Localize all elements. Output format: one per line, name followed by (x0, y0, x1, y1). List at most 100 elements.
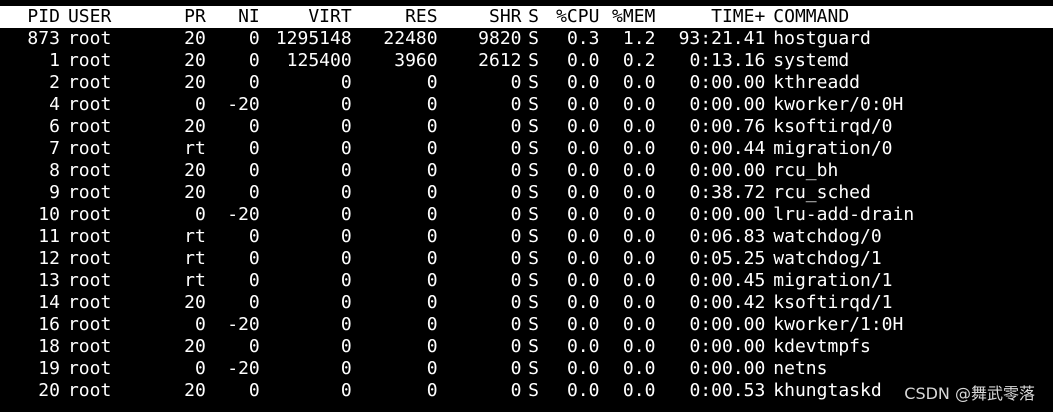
mem-cell: 0.0 (622, 182, 656, 203)
pid-cell: 12 (38, 248, 60, 269)
pid-cell: 873 (27, 28, 60, 49)
state-cell: S (528, 292, 539, 313)
header-cpu[interactable]: %CPU (546, 6, 599, 28)
cpu-cell: 0.0 (566, 292, 600, 313)
time-cell: 0:00.00 (689, 336, 766, 357)
header-user[interactable]: USER (68, 6, 168, 28)
mem-cell: 0.0 (622, 204, 656, 225)
pid-cell: 10 (38, 204, 60, 225)
header-state[interactable]: S (522, 6, 546, 28)
column-gap (60, 314, 68, 336)
process-row[interactable]: 19 root 0 -20 0 0 0 S 0.0 0.0 0:00.00 netns (0, 358, 1053, 380)
cpu-cell: 0.0 (566, 204, 600, 225)
user-cell: root (67, 248, 112, 269)
nice-cell: 0 (248, 182, 260, 203)
process-row[interactable]: 6 root 20 0 0 0 0 S 0.0 0.0 0:00.76 ksoftirqd/0 (0, 116, 1053, 138)
command-cell: systemd (773, 50, 850, 71)
user-cell: root (67, 160, 112, 181)
process-row[interactable]: 13 root rt 0 0 0 0 S 0.0 0.0 0:00.45 migration/1 (0, 270, 1053, 292)
header-time[interactable]: TIME+ (655, 6, 765, 28)
process-rows: 873 root 20 0 1295148 22480 9820 S 0.3 1.2 93:21.4… (0, 28, 1053, 402)
time-cell: 0:00.76 (689, 116, 766, 137)
res-cell: 0 (426, 116, 438, 137)
res-cell: 0 (426, 270, 438, 291)
process-row[interactable]: 14 root 20 0 0 0 0 S 0.0 0.0 0:00.42 ksoftirqd/1 (0, 292, 1053, 314)
res-cell: 0 (426, 380, 438, 401)
shr-cell: 0 (510, 248, 522, 269)
header-virt[interactable]: VIRT (260, 6, 351, 28)
process-row[interactable]: 2 root 20 0 0 0 0 S 0.0 0.0 0:00.00 kthreadd (0, 72, 1053, 94)
mem-cell: 0.0 (622, 160, 656, 181)
header-pid[interactable]: PID (0, 6, 60, 28)
mem-cell: 0.2 (622, 50, 656, 71)
shr-cell: 0 (510, 226, 522, 247)
user-cell: root (67, 182, 112, 203)
pid-cell: 11 (38, 226, 60, 247)
user-cell: root (67, 94, 112, 115)
column-gap (60, 72, 68, 94)
res-cell: 0 (426, 248, 438, 269)
state-cell: S (528, 138, 539, 159)
nice-cell: 0 (248, 138, 260, 159)
process-row[interactable]: 12 root rt 0 0 0 0 S 0.0 0.0 0:05.25 watchdog/1 (0, 248, 1053, 270)
command-cell: ksoftirqd/0 (773, 116, 893, 137)
process-row[interactable]: 8 root 20 0 0 0 0 S 0.0 0.0 0:00.00 rcu_bh (0, 160, 1053, 182)
cpu-cell: 0.0 (566, 358, 600, 379)
time-cell: 0:00.53 (689, 380, 766, 401)
mem-cell: 0.0 (622, 94, 656, 115)
res-cell: 0 (426, 94, 438, 115)
state-cell: S (528, 72, 539, 93)
state-cell: S (528, 358, 539, 379)
shr-cell: 0 (510, 292, 522, 313)
process-row[interactable]: 16 root 0 -20 0 0 0 S 0.0 0.0 0:00.00 kworker/1:0H (0, 314, 1053, 336)
virt-cell: 0 (340, 138, 352, 159)
res-cell: 0 (426, 358, 438, 379)
mem-cell: 0.0 (622, 292, 656, 313)
column-gap (60, 6, 68, 28)
user-cell: root (67, 28, 112, 49)
nice-cell: 0 (248, 270, 260, 291)
virt-cell: 0 (340, 336, 352, 357)
cpu-cell: 0.0 (566, 138, 600, 159)
nice-cell: 0 (248, 292, 260, 313)
pid-cell: 4 (49, 94, 60, 115)
nice-cell: -20 (227, 204, 260, 225)
column-gap (60, 28, 68, 50)
cpu-cell: 0.0 (566, 50, 600, 71)
column-gap (60, 138, 68, 160)
process-row[interactable]: 9 root 20 0 0 0 0 S 0.0 0.0 0:38.72 rcu_sched (0, 182, 1053, 204)
cpu-cell: 0.0 (566, 94, 600, 115)
time-cell: 0:00.00 (689, 358, 766, 379)
pid-cell: 7 (49, 138, 60, 159)
process-row[interactable]: 11 root rt 0 0 0 0 S 0.0 0.0 0:06.83 watchdog/0 (0, 226, 1053, 248)
process-row[interactable]: 4 root 0 -20 0 0 0 S 0.0 0.0 0:00.00 kworker/0:0H (0, 94, 1053, 116)
process-row[interactable]: 20 root 20 0 0 0 0 S 0.0 0.0 0:00.53 khungtaskd (0, 380, 1053, 402)
res-cell: 0 (426, 72, 438, 93)
process-row[interactable]: 1 root 20 0 125400 3960 2612 S 0.0 0.2 0:13.16 syst… (0, 50, 1053, 72)
process-row[interactable]: 873 root 20 0 1295148 22480 9820 S 0.3 1.2 93:21.4… (0, 28, 1053, 50)
nice-cell: 0 (248, 248, 260, 269)
cpu-cell: 0.0 (566, 116, 600, 137)
header-res[interactable]: RES (352, 6, 438, 28)
shr-cell: 0 (510, 358, 522, 379)
process-row[interactable]: 10 root 0 -20 0 0 0 S 0.0 0.0 0:00.00 lru-add-drain (0, 204, 1053, 226)
user-cell: root (67, 270, 112, 291)
header-command[interactable]: COMMAND (765, 6, 1053, 28)
shr-cell: 0 (510, 182, 522, 203)
process-row[interactable]: 7 root rt 0 0 0 0 S 0.0 0.0 0:00.44 migration/0 (0, 138, 1053, 160)
priority-cell: rt (184, 248, 206, 269)
header-shr[interactable]: SHR (438, 6, 522, 28)
process-row[interactable]: 18 root 20 0 0 0 0 S 0.0 0.0 0:00.00 kdevtmpfs (0, 336, 1053, 358)
header-ni[interactable]: NI (206, 6, 260, 28)
shr-cell: 0 (510, 336, 522, 357)
command-cell: kworker/1:0H (773, 314, 904, 335)
shr-cell: 0 (510, 160, 522, 181)
cpu-cell: 0.0 (566, 314, 600, 335)
header-mem[interactable]: %MEM (599, 6, 655, 28)
virt-cell: 0 (340, 72, 352, 93)
shr-cell: 0 (510, 204, 522, 225)
state-cell: S (528, 226, 539, 247)
time-cell: 0:00.44 (689, 138, 766, 159)
pid-cell: 13 (38, 270, 60, 291)
header-pr[interactable]: PR (168, 6, 206, 28)
